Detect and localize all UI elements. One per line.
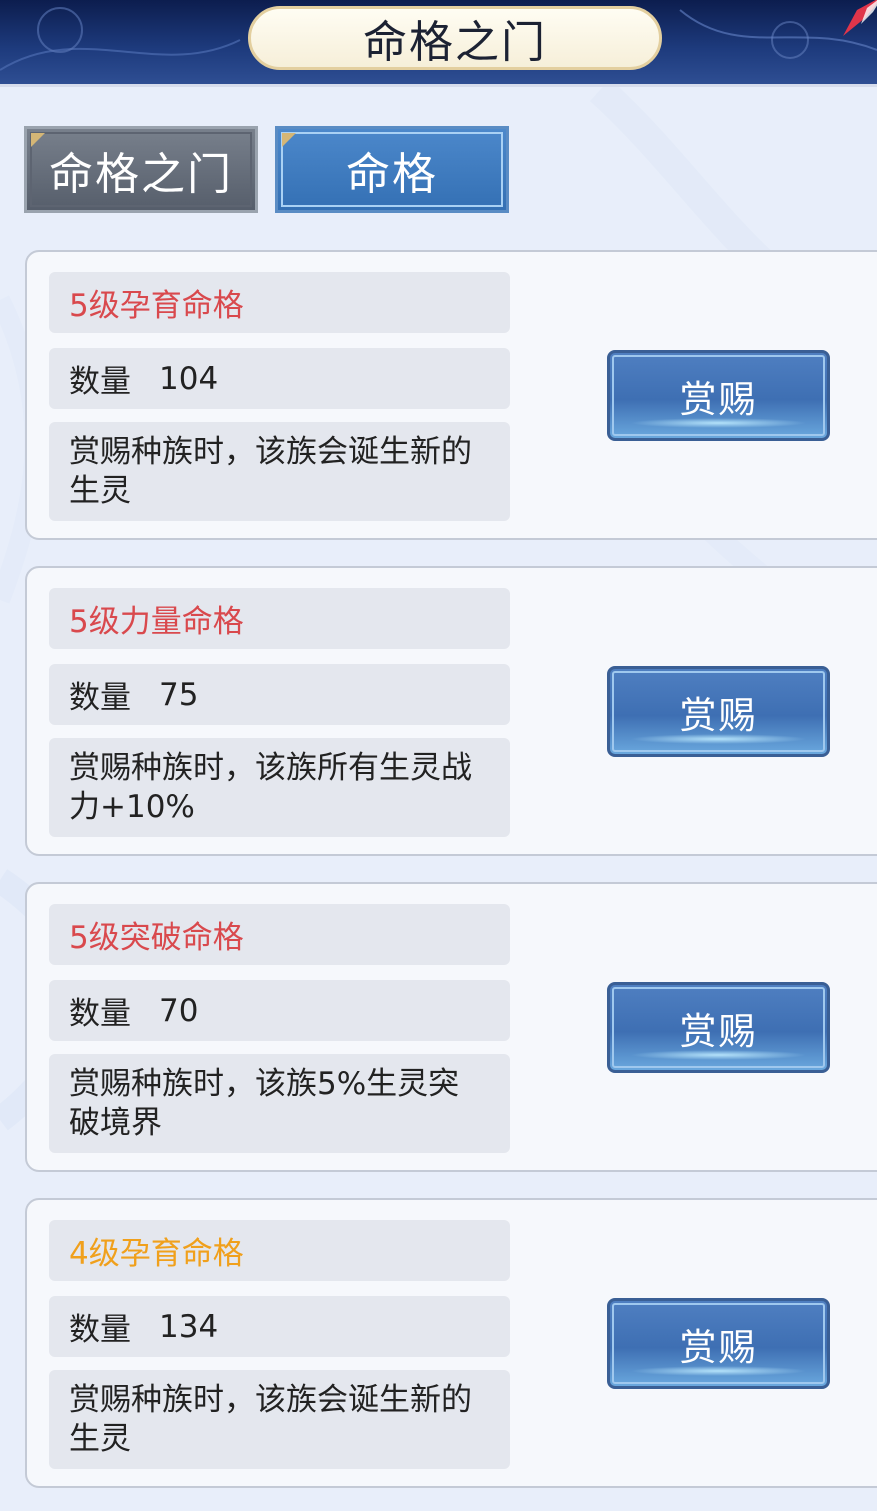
reward-button-label: 赏赐 — [679, 1009, 758, 1053]
star-icon — [843, 0, 877, 36]
fate-name-text: 5级力量命格 — [69, 604, 244, 640]
fate-description-text: 赏赐种族时，该族会诞生新的生灵 — [69, 1381, 472, 1457]
fate-name-text: 4级孕育命格 — [69, 1236, 244, 1272]
fate-description: 赏赐种族时，该族所有生灵战力+10% — [49, 738, 510, 837]
title-banner: 命格之门 — [248, 6, 662, 70]
tab-fate-gate[interactable]: 命格之门 — [24, 126, 258, 213]
fate-name: 4级孕育命格 — [49, 1220, 510, 1281]
fate-description-text: 赏赐种族时，该族所有生灵战力+10% — [69, 749, 472, 825]
fate-quantity: 数量 104 — [49, 348, 510, 409]
fate-name: 5级突破命格 — [49, 904, 510, 965]
quantity-value: 75 — [159, 676, 199, 713]
reward-button[interactable]: 赏赐 — [607, 982, 830, 1073]
fate-name: 5级孕育命格 — [49, 272, 510, 333]
reward-button-label: 赏赐 — [679, 1325, 758, 1369]
header-divider — [0, 84, 877, 87]
fate-description-text: 赏赐种族时，该族5%生灵突破境界 — [69, 1065, 460, 1141]
fate-name-text: 5级突破命格 — [69, 920, 244, 956]
quantity-label: 数量 — [69, 364, 131, 400]
fate-description-text: 赏赐种族时，该族会诞生新的生灵 — [69, 433, 472, 509]
fate-name-text: 5级孕育命格 — [69, 288, 244, 324]
tab-label: 命格 — [346, 148, 438, 200]
page-title: 命格之门 — [363, 17, 547, 68]
tab-fate[interactable]: 命格 — [275, 126, 509, 213]
fate-card: 5级突破命格 数量 70 赏赐种族时，该族5%生灵突破境界 赏赐 — [25, 882, 877, 1172]
reward-button[interactable]: 赏赐 — [607, 666, 830, 757]
reward-button[interactable]: 赏赐 — [607, 1298, 830, 1389]
fate-card: 5级力量命格 数量 75 赏赐种族时，该族所有生灵战力+10% 赏赐 — [25, 566, 877, 856]
sparkle-decoration — [630, 1050, 807, 1060]
quantity-value: 70 — [159, 992, 199, 1029]
quantity-label: 数量 — [69, 680, 131, 716]
quantity-value: 104 — [159, 360, 219, 397]
fate-card: 5级孕育命格 数量 104 赏赐种族时，该族会诞生新的生灵 赏赐 — [25, 250, 877, 540]
fate-description: 赏赐种族时，该族会诞生新的生灵 — [49, 1370, 510, 1469]
quantity-value: 134 — [159, 1308, 219, 1345]
fate-description: 赏赐种族时，该族会诞生新的生灵 — [49, 422, 510, 521]
quantity-label: 数量 — [69, 1312, 131, 1348]
sparkle-decoration — [630, 1366, 807, 1376]
fate-card: 4级孕育命格 数量 134 赏赐种族时，该族会诞生新的生灵 赏赐 — [25, 1198, 877, 1488]
fate-name: 5级力量命格 — [49, 588, 510, 649]
fate-quantity: 数量 134 — [49, 1296, 510, 1357]
reward-button-label: 赏赐 — [679, 377, 758, 421]
tab-label: 命格之门 — [49, 148, 233, 200]
reward-button[interactable]: 赏赐 — [607, 350, 830, 441]
reward-button-label: 赏赐 — [679, 693, 758, 737]
sparkle-decoration — [630, 418, 807, 428]
fate-description: 赏赐种族时，该族5%生灵突破境界 — [49, 1054, 510, 1153]
fate-quantity: 数量 75 — [49, 664, 510, 725]
fate-quantity: 数量 70 — [49, 980, 510, 1041]
quantity-label: 数量 — [69, 996, 131, 1032]
sparkle-decoration — [630, 734, 807, 744]
